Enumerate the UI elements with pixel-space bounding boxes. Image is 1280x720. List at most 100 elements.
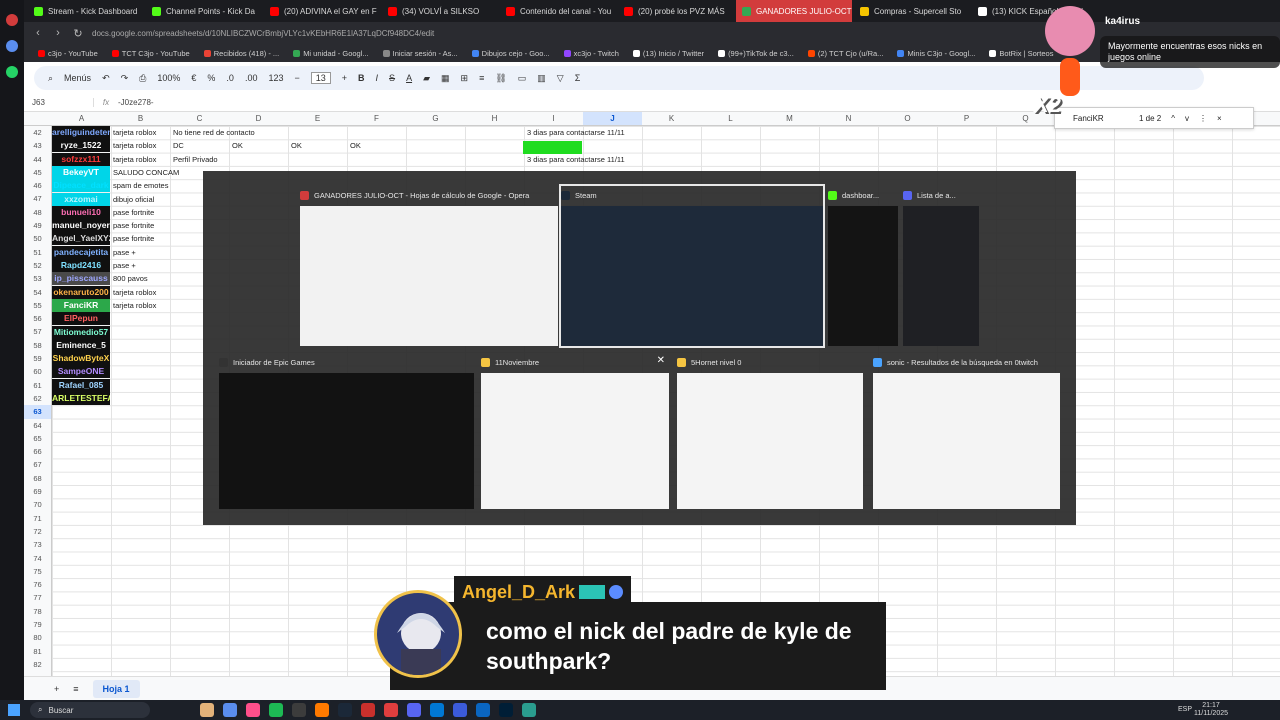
row-header[interactable]: 68 xyxy=(24,472,51,485)
row-header[interactable]: 71 xyxy=(24,512,51,525)
name-cell[interactable]: Mitiomedio57 xyxy=(52,325,110,339)
browser-tab[interactable]: Contenido del canal - You xyxy=(500,0,616,22)
bookmark-item[interactable]: (99+)TikTok de c3... xyxy=(718,49,794,58)
browser-tab[interactable]: (20) probé los PVZ MÁS xyxy=(618,0,734,22)
filter-icon[interactable]: ▽ xyxy=(557,73,564,84)
window-thumbnail[interactable]: Iniciador de Epic Games xyxy=(219,353,474,509)
row-header[interactable]: 70 xyxy=(24,498,51,511)
row-header[interactable]: 44 xyxy=(24,153,51,166)
column-header[interactable]: F xyxy=(347,114,406,123)
note-cell[interactable]: OK xyxy=(291,139,302,152)
row-header[interactable]: 42 xyxy=(24,126,51,139)
taskbar-search[interactable]: ⌕ Buscar xyxy=(30,702,150,718)
bookmark-item[interactable]: c3jo - YouTube xyxy=(38,49,98,58)
forward-icon[interactable]: › xyxy=(52,27,64,39)
search-menus-icon[interactable]: ⌕ xyxy=(48,73,53,84)
undo-icon[interactable]: ↶ xyxy=(102,73,110,84)
column-header[interactable]: P xyxy=(937,114,996,123)
row-header[interactable]: 48 xyxy=(24,206,51,219)
name-cell[interactable]: ryze_1522 xyxy=(52,139,110,153)
note-cell[interactable]: 3 dias para contactarse 11/11 xyxy=(527,153,625,166)
window-close-icon[interactable]: ✕ xyxy=(657,355,665,366)
all-sheets-button[interactable]: ≡ xyxy=(73,684,78,694)
reward-cell[interactable]: SALUDO CONCAM xyxy=(113,166,179,179)
zoom-select[interactable]: 100% xyxy=(157,73,180,83)
font-size-input[interactable]: 13 xyxy=(310,72,331,84)
browser-tab[interactable]: (34) VOLVÍ a SILKSO xyxy=(382,0,498,22)
taskbar-app-icon[interactable] xyxy=(499,703,513,717)
chart-icon[interactable]: ▥ xyxy=(537,73,546,84)
taskbar-app-icon[interactable] xyxy=(292,703,306,717)
add-sheet-button[interactable]: + xyxy=(54,684,59,694)
fill-color-icon[interactable]: ▰ xyxy=(423,73,430,84)
taskbar-app-icon[interactable] xyxy=(361,703,375,717)
row-header[interactable]: 82 xyxy=(24,658,51,671)
text-color-button[interactable]: A xyxy=(406,73,412,83)
taskbar-app-icon[interactable] xyxy=(453,703,467,717)
name-cell[interactable]: ElPepun xyxy=(52,312,110,326)
taskbar-app-icon[interactable] xyxy=(269,703,283,717)
menus-button[interactable]: Menús xyxy=(64,73,91,83)
window-thumbnail[interactable]: 5Hornet nivel 0 xyxy=(677,353,863,509)
reward-cell[interactable]: spam de emotes xyxy=(113,179,168,192)
row-header[interactable]: 78 xyxy=(24,605,51,618)
reward-cell[interactable]: tarjeta roblox xyxy=(113,286,156,299)
name-cell[interactable]: ShadowByteX xyxy=(52,352,110,366)
print-icon[interactable]: ⎙ xyxy=(139,73,146,84)
increase-decimals-button[interactable]: .00 xyxy=(245,73,258,83)
row-header[interactable]: 53 xyxy=(24,272,51,285)
taskbar-app-icon[interactable] xyxy=(430,703,444,717)
browser-tab[interactable]: (20) ADIVINA el GAY en F xyxy=(264,0,380,22)
name-cell[interactable]: Eminence_5 xyxy=(52,338,110,352)
row-header[interactable]: 59 xyxy=(24,352,51,365)
bookmark-item[interactable]: Minis C3jo - Googl... xyxy=(897,49,975,58)
column-header[interactable]: H xyxy=(465,114,524,123)
row-header[interactable]: 65 xyxy=(24,432,51,445)
reward-cell[interactable]: pase + xyxy=(113,259,136,272)
reward-cell[interactable]: pase + xyxy=(113,246,136,259)
name-cell[interactable]: FanciKR xyxy=(52,298,110,312)
find-more-icon[interactable]: ⋮ xyxy=(1199,114,1207,123)
windows-start-icon[interactable] xyxy=(8,704,20,716)
merge-cells-icon[interactable]: ⊞ xyxy=(461,73,469,84)
row-header[interactable]: 66 xyxy=(24,445,51,458)
find-close-icon[interactable]: × xyxy=(1217,114,1222,123)
row-header[interactable]: 60 xyxy=(24,365,51,378)
bookmark-item[interactable]: Dibujos cejo - Goo... xyxy=(471,49,550,58)
note-cell[interactable]: Perfil Privado xyxy=(173,153,218,166)
row-header[interactable]: 81 xyxy=(24,645,51,658)
row-header[interactable]: 54 xyxy=(24,286,51,299)
name-cell[interactable]: Rapd2416 xyxy=(52,259,110,272)
row-header[interactable]: 47 xyxy=(24,192,51,205)
row-header[interactable]: 62 xyxy=(24,392,51,405)
taskbar-app-icon[interactable] xyxy=(384,703,398,717)
bookmark-item[interactable]: Iniciar sesión - As... xyxy=(382,49,458,58)
column-header[interactable]: L xyxy=(701,114,760,123)
taskbar-app-icon[interactable] xyxy=(246,703,260,717)
reward-cell[interactable]: pase fortnite xyxy=(113,219,154,232)
column-header[interactable]: K xyxy=(642,114,701,123)
window-thumbnail[interactable]: GANADORES JULIO-OCT - Hojas de cálculo d… xyxy=(300,186,558,346)
column-header[interactable]: B xyxy=(111,114,170,123)
taskbar-app-icon[interactable] xyxy=(407,703,421,717)
taskbar-app-icon[interactable] xyxy=(522,703,536,717)
column-header[interactable]: D xyxy=(229,114,288,123)
bookmark-item[interactable]: xc3jo - Twitch xyxy=(563,49,619,58)
name-cell[interactable]: Angel_YaelXY2 xyxy=(52,232,110,246)
browser-tab[interactable]: Channel Points - Kick Da xyxy=(146,0,262,22)
font-size-increase-button[interactable]: + xyxy=(342,73,347,83)
row-header[interactable]: 76 xyxy=(24,578,51,591)
row-header[interactable]: 63 xyxy=(24,405,51,419)
name-cell[interactable]: pandecajetita xyxy=(52,245,110,259)
window-thumbnail[interactable]: 11Noviembre ✕ xyxy=(481,353,669,509)
borders-icon[interactable]: ▦ xyxy=(441,73,450,84)
sheet-tab-hoja-1[interactable]: Hoja 1 xyxy=(92,679,140,698)
bookmark-item[interactable]: Recibidos (418) - ... xyxy=(203,49,279,58)
row-header[interactable]: 49 xyxy=(24,219,51,232)
browser-tab[interactable]: GANADORES JULIO-OCT xyxy=(736,0,852,22)
column-header[interactable]: O xyxy=(878,114,937,123)
name-cell[interactable]: ip_pisscauss xyxy=(52,272,110,286)
row-header[interactable]: 80 xyxy=(24,631,51,644)
column-header[interactable]: N xyxy=(819,114,878,123)
row-header[interactable]: 69 xyxy=(24,485,51,498)
